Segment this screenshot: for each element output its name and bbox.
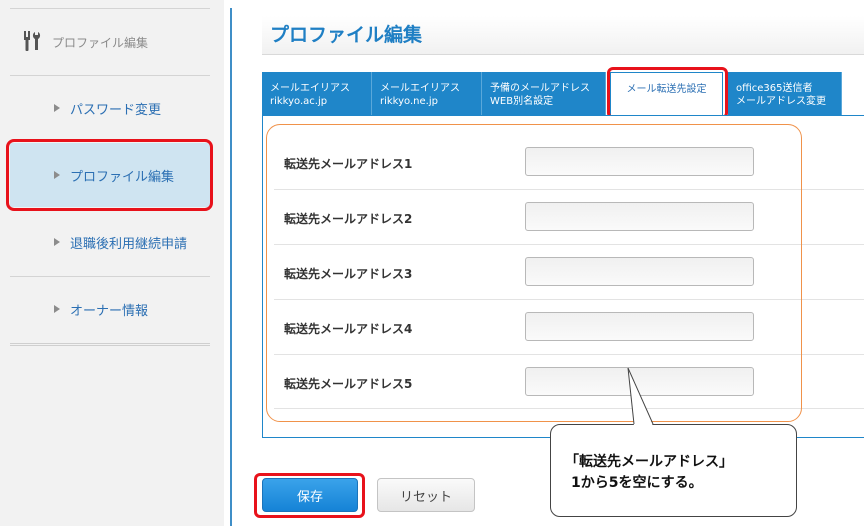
- sidebar: プロファイル編集 パスワード変更 プロファイル編集 退職後利用継続申請 オーナー…: [0, 0, 224, 526]
- highlight-frame: [6, 139, 213, 211]
- reset-button[interactable]: リセット: [377, 478, 475, 512]
- sidebar-divider: [10, 343, 210, 346]
- tab-label: WEB別名設定: [490, 96, 554, 107]
- sidebar-item-password[interactable]: パスワード変更: [10, 76, 210, 140]
- tab-label: メールエイリアス: [270, 83, 350, 94]
- tab-label: メールエイリアス: [380, 83, 460, 94]
- annotation-line: 1から5を空にする。: [571, 475, 703, 491]
- tab-alias-ne[interactable]: メールエイリアス rikkyo.ne.jp: [372, 72, 482, 116]
- tab-label: office365送信者: [736, 83, 813, 94]
- highlight-frame: [607, 67, 728, 119]
- tab-label: rikkyo.ac.jp: [270, 96, 328, 107]
- sidebar-item-label: 退職後利用継続申請: [70, 236, 188, 252]
- tab-spare-address[interactable]: 予備のメールアドレス WEB別名設定: [482, 72, 606, 116]
- sidebar-item-label: パスワード変更: [70, 102, 162, 118]
- sidebar-divider: [10, 8, 210, 9]
- page-title: プロファイル編集: [270, 24, 423, 46]
- sidebar-item-owner[interactable]: オーナー情報: [10, 277, 210, 341]
- tab-label: rikkyo.ne.jp: [380, 96, 438, 107]
- tab-label: メールアドレス変更: [736, 96, 826, 107]
- triangle-right-icon: [54, 305, 60, 313]
- sidebar-item-retirement[interactable]: 退職後利用継続申請: [10, 210, 210, 274]
- tab-office365-sender[interactable]: office365送信者 メールアドレス変更: [728, 72, 842, 116]
- tools-icon: [22, 30, 42, 55]
- tab-label: 予備のメールアドレス: [490, 83, 590, 94]
- save-button[interactable]: 保存: [262, 478, 358, 512]
- sidebar-header-label: プロファイル編集: [52, 35, 149, 50]
- fields-group-outline: [266, 124, 802, 422]
- sidebar-header: プロファイル編集: [22, 30, 148, 54]
- tab-alias-ac[interactable]: メールエイリアス rikkyo.ac.jp: [262, 72, 372, 116]
- vertical-divider: [230, 8, 232, 526]
- sidebar-item-label: オーナー情報: [70, 303, 149, 319]
- page-title-bar: プロファイル編集: [262, 16, 864, 55]
- annotation-line: 「転送先メールアドレス」: [565, 454, 733, 470]
- triangle-right-icon: [54, 104, 60, 112]
- annotation-text: 「転送先メールアドレス」 1から5を空にする。: [565, 452, 785, 494]
- triangle-right-icon: [54, 238, 60, 246]
